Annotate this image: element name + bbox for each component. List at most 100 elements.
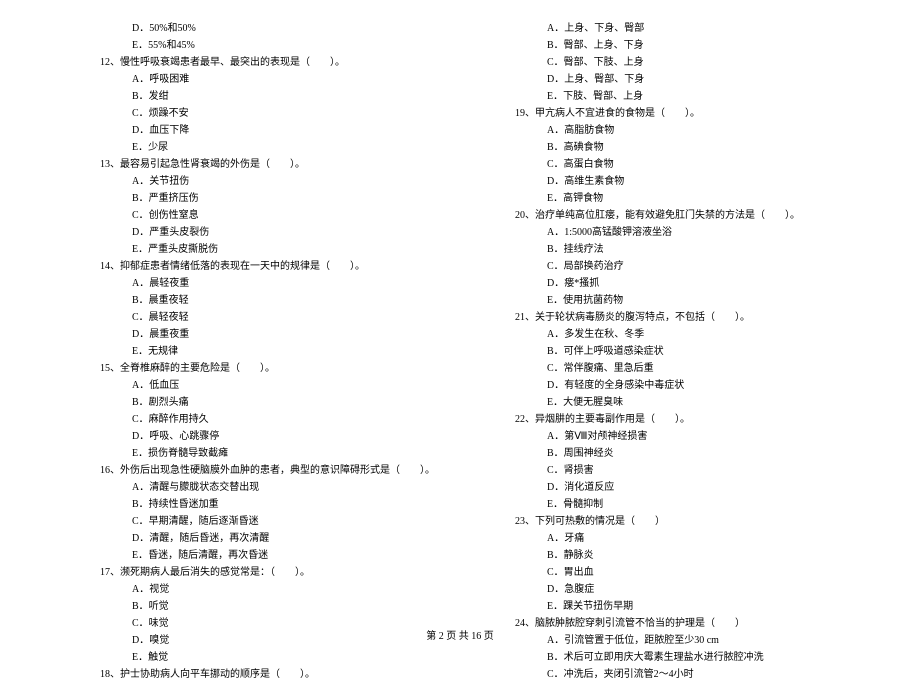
question-text: 外伤后出现急性硬脑膜外血肿的患者，典型的意识障碍形式是（ ）。 bbox=[120, 465, 435, 476]
option-text: D．上身、臀部、下身 bbox=[515, 71, 870, 88]
question-23: 23、下列可热敷的情况是（ ） bbox=[515, 513, 870, 530]
option-text: C．早期清醒，随后逐渐昏迷 bbox=[100, 513, 455, 530]
question-number: 15、 bbox=[100, 363, 120, 374]
option-text: B．挂线疗法 bbox=[515, 241, 870, 258]
option-text: E．少尿 bbox=[100, 139, 455, 156]
question-text: 最容易引起急性肾衰竭的外伤是（ ）。 bbox=[120, 159, 305, 170]
option-text: C．创伤性窒息 bbox=[100, 207, 455, 224]
option-text: C．胃出血 bbox=[515, 564, 870, 581]
option-text: C．冲洗后，夹闭引流管2～4小时 bbox=[515, 666, 870, 683]
question-text: 护士协助病人向平车挪动的顺序是（ ）。 bbox=[120, 669, 315, 680]
option-text: D．晨重夜重 bbox=[100, 326, 455, 343]
option-text: D．有轻度的全身感染中毒症状 bbox=[515, 377, 870, 394]
option-text: E．使用抗菌药物 bbox=[515, 292, 870, 309]
option-text: B．可伴上呼吸道感染症状 bbox=[515, 343, 870, 360]
question-12: 12、慢性呼吸衰竭患者最早、最突出的表现是（ ）。 bbox=[100, 54, 455, 71]
option-text: E．触觉 bbox=[100, 649, 455, 666]
option-text: A．低血压 bbox=[100, 377, 455, 394]
option-text: B．周围神经炎 bbox=[515, 445, 870, 462]
question-19: 19、甲亢病人不宜进食的食物是（ ）。 bbox=[515, 105, 870, 122]
option-text: A．上身、下身、臀部 bbox=[515, 20, 870, 37]
option-text: D．消化道反应 bbox=[515, 479, 870, 496]
option-text: C．晨轻夜轻 bbox=[100, 309, 455, 326]
option-text: A．高脂肪食物 bbox=[515, 122, 870, 139]
question-text: 抑郁症患者情绪低落的表现在一天中的规律是（ ）。 bbox=[120, 261, 365, 272]
question-number: 20、 bbox=[515, 210, 535, 221]
question-17: 17、濒死期病人最后消失的感觉常是：（ ）。 bbox=[100, 564, 455, 581]
option-text: B．严重挤压伤 bbox=[100, 190, 455, 207]
question-text: 濒死期病人最后消失的感觉常是：（ ）。 bbox=[120, 567, 310, 578]
question-number: 14、 bbox=[100, 261, 120, 272]
option-text: B．高碘食物 bbox=[515, 139, 870, 156]
question-number: 16、 bbox=[100, 465, 120, 476]
option-text: A．第Ⅷ对颅神经损害 bbox=[515, 428, 870, 445]
option-text: C．麻醉作用持久 bbox=[100, 411, 455, 428]
option-text: A．1:5000高锰酸钾溶液坐浴 bbox=[515, 224, 870, 241]
option-text: C．局部换药治疗 bbox=[515, 258, 870, 275]
option-text: C．烦躁不安 bbox=[100, 105, 455, 122]
question-16: 16、外伤后出现急性硬脑膜外血肿的患者，典型的意识障碍形式是（ ）。 bbox=[100, 462, 455, 479]
option-text: E．无规律 bbox=[100, 343, 455, 360]
question-text: 异烟肼的主要毒副作用是（ ）。 bbox=[535, 414, 690, 425]
option-text: B．臀部、上身、下身 bbox=[515, 37, 870, 54]
option-text: A．呼吸困难 bbox=[100, 71, 455, 88]
question-number: 18、 bbox=[100, 669, 120, 680]
option-text: E．骨髓抑制 bbox=[515, 496, 870, 513]
option-text: E．高钾食物 bbox=[515, 190, 870, 207]
option-text: E．大便无腥臭味 bbox=[515, 394, 870, 411]
option-text: A．多发生在秋、冬季 bbox=[515, 326, 870, 343]
option-text: A．清醒与朦胧状态交替出现 bbox=[100, 479, 455, 496]
question-number: 12、 bbox=[100, 57, 120, 68]
option-text: C．高蛋白食物 bbox=[515, 156, 870, 173]
question-20: 20、治疗单纯高位肛瘘，能有效避免肛门失禁的方法是（ ）。 bbox=[515, 207, 870, 224]
question-number: 21、 bbox=[515, 312, 535, 323]
question-number: 23、 bbox=[515, 516, 535, 527]
question-15: 15、全脊椎麻醉的主要危险是（ ）。 bbox=[100, 360, 455, 377]
question-text: 关于轮状病毒肠炎的腹泻特点，不包括（ ）。 bbox=[535, 312, 750, 323]
question-number: 13、 bbox=[100, 159, 120, 170]
option-text: B．静脉炎 bbox=[515, 547, 870, 564]
question-number: 22、 bbox=[515, 414, 535, 425]
option-text: D．严重头皮裂伤 bbox=[100, 224, 455, 241]
option-text: D．瘘*搔抓 bbox=[515, 275, 870, 292]
question-18: 18、护士协助病人向平车挪动的顺序是（ ）。 bbox=[100, 666, 455, 683]
option-text: C．臀部、下肢、上身 bbox=[515, 54, 870, 71]
option-text: D．50%和50% bbox=[100, 20, 455, 37]
option-text: B．发绀 bbox=[100, 88, 455, 105]
page-container: D．50%和50% E．55%和45% 12、慢性呼吸衰竭患者最早、最突出的表现… bbox=[0, 0, 920, 650]
question-text: 慢性呼吸衰竭患者最早、最突出的表现是（ ）。 bbox=[120, 57, 345, 68]
option-text: D．清醒，随后昏迷，再次清醒 bbox=[100, 530, 455, 547]
option-text: B．剧烈头痛 bbox=[100, 394, 455, 411]
question-21: 21、关于轮状病毒肠炎的腹泻特点，不包括（ ）。 bbox=[515, 309, 870, 326]
question-text: 全脊椎麻醉的主要危险是（ ）。 bbox=[120, 363, 275, 374]
question-13: 13、最容易引起急性肾衰竭的外伤是（ ）。 bbox=[100, 156, 455, 173]
option-text: B．听觉 bbox=[100, 598, 455, 615]
question-number: 17、 bbox=[100, 567, 120, 578]
option-text: E．严重头皮撕脱伤 bbox=[100, 241, 455, 258]
option-text: D．呼吸、心跳骤停 bbox=[100, 428, 455, 445]
option-text: B．晨重夜轻 bbox=[100, 292, 455, 309]
option-text: D．急腹症 bbox=[515, 581, 870, 598]
question-22: 22、异烟肼的主要毒副作用是（ ）。 bbox=[515, 411, 870, 428]
option-text: B．持续性昏迷加重 bbox=[100, 496, 455, 513]
option-text: A．视觉 bbox=[100, 581, 455, 598]
option-text: D．血压下降 bbox=[100, 122, 455, 139]
page-footer: 第 2 页 共 16 页 bbox=[0, 627, 920, 642]
option-text: E．损伤脊髓导致截瘫 bbox=[100, 445, 455, 462]
left-column: D．50%和50% E．55%和45% 12、慢性呼吸衰竭患者最早、最突出的表现… bbox=[40, 20, 465, 620]
option-text: A．关节扭伤 bbox=[100, 173, 455, 190]
question-text: 甲亢病人不宜进食的食物是（ ）。 bbox=[535, 108, 700, 119]
option-text: E．55%和45% bbox=[100, 37, 455, 54]
option-text: E．踝关节扭伤早期 bbox=[515, 598, 870, 615]
option-text: E．昏迷，随后清醒，再次昏迷 bbox=[100, 547, 455, 564]
option-text: D．高维生素食物 bbox=[515, 173, 870, 190]
option-text: A．牙痛 bbox=[515, 530, 870, 547]
option-text: C．常伴腹痛、里急后重 bbox=[515, 360, 870, 377]
option-text: A．晨轻夜重 bbox=[100, 275, 455, 292]
question-14: 14、抑郁症患者情绪低落的表现在一天中的规律是（ ）。 bbox=[100, 258, 455, 275]
question-number: 19、 bbox=[515, 108, 535, 119]
option-text: C．肾损害 bbox=[515, 462, 870, 479]
right-column: A．上身、下身、臀部 B．臀部、上身、下身 C．臀部、下肢、上身 D．上身、臀部… bbox=[465, 20, 880, 620]
option-text: B．术后可立即用庆大霉素生理盐水进行脓腔冲洗 bbox=[515, 649, 870, 666]
question-text: 下列可热敷的情况是（ ） bbox=[535, 516, 665, 527]
